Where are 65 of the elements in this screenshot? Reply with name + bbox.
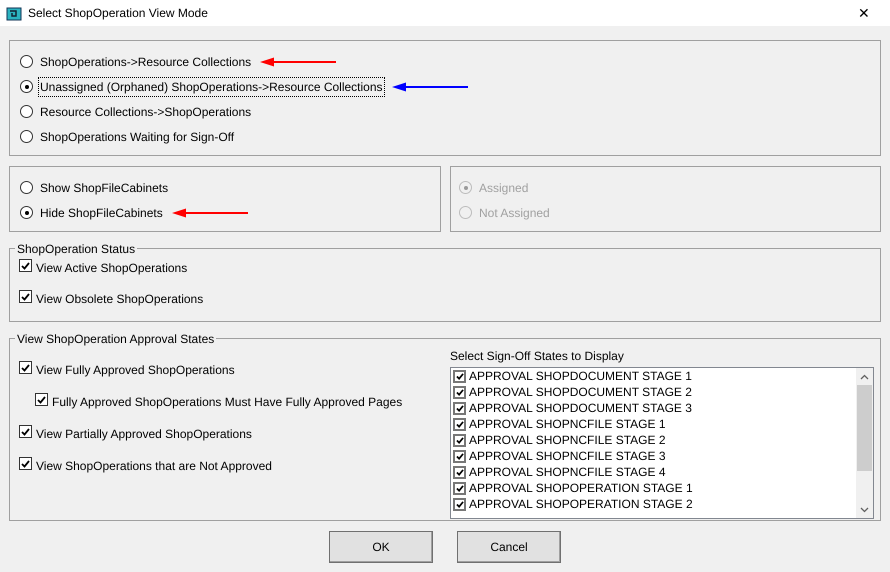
radio-button[interactable]: [20, 130, 33, 143]
check-icon: [21, 292, 30, 300]
check-icon: [456, 452, 464, 460]
checkbox-label[interactable]: Fully Approved ShopOperations Must Have Fully Approved Pages: [52, 393, 402, 411]
checkbox-label[interactable]: View Obsolete ShopOperations: [36, 290, 204, 308]
list-item[interactable]: APPROVAL SHOPNCFILE STAGE 4: [469, 463, 666, 481]
radio-button[interactable]: [20, 181, 33, 194]
checkbox[interactable]: [453, 402, 466, 414]
list-item[interactable]: APPROVAL SHOPDOCUMENT STAGE 1: [469, 368, 692, 385]
list-item[interactable]: APPROVAL SHOPNCFILE STAGE 2: [469, 431, 666, 449]
checkbox[interactable]: [453, 434, 466, 446]
check-icon: [456, 484, 464, 492]
radio-button[interactable]: [20, 105, 33, 118]
dialog-button[interactable]: Cancel: [457, 531, 561, 563]
list-item[interactable]: APPROVAL SHOPNCFILE STAGE 3: [469, 447, 666, 465]
check-icon: [456, 372, 464, 380]
window-title: Select ShopOperation View Mode: [28, 5, 209, 22]
check-icon: [21, 364, 30, 372]
check-icon: [456, 500, 464, 508]
checkbox[interactable]: [19, 361, 32, 374]
check-icon: [456, 420, 464, 428]
check-icon: [456, 388, 464, 396]
list-label: Select Sign-Off States to Display: [450, 348, 625, 365]
checkbox-label[interactable]: View ShopOperations that are Not Approved: [36, 457, 272, 475]
checkbox[interactable]: [453, 482, 466, 494]
check-icon: [21, 262, 30, 270]
checkbox[interactable]: [453, 450, 466, 462]
checkbox[interactable]: [453, 498, 466, 510]
checkbox[interactable]: [453, 386, 466, 398]
radio-label[interactable]: Resource Collections->ShopOperations: [39, 102, 252, 120]
app-icon: [6, 5, 22, 21]
close-button[interactable]: ✕: [844, 0, 884, 26]
check-icon: [456, 436, 464, 444]
checkbox[interactable]: [19, 425, 32, 438]
check-icon: [21, 428, 30, 436]
check-icon: [456, 404, 464, 412]
scroll-thumb[interactable]: [857, 385, 872, 471]
checkbox[interactable]: [19, 457, 32, 470]
checkbox[interactable]: [453, 370, 466, 382]
checkbox[interactable]: [453, 466, 466, 478]
radio-button[interactable]: [20, 55, 33, 68]
radio-label[interactable]: ShopOperations Waiting for Sign-Off: [39, 128, 236, 146]
radio-label[interactable]: Hide ShopFileCabinets: [39, 204, 164, 222]
checkbox[interactable]: [453, 418, 466, 430]
checkbox[interactable]: [19, 259, 32, 272]
radio-label[interactable]: ShopOperations->Resource Collections: [39, 52, 252, 70]
check-icon: [37, 396, 46, 404]
check-icon: [21, 460, 30, 468]
scrollbar[interactable]: [856, 368, 873, 518]
list-item[interactable]: APPROVAL SHOPOPERATION STAGE 2: [469, 495, 693, 513]
radio-label[interactable]: Show ShopFileCabinets: [39, 178, 170, 196]
checkbox[interactable]: [35, 393, 48, 406]
list-item[interactable]: APPROVAL SHOPOPERATION STAGE 1: [469, 479, 693, 497]
list-item[interactable]: APPROVAL SHOPNCFILE STAGE 1: [469, 415, 666, 433]
checkbox-label[interactable]: View Partially Approved ShopOperations: [36, 425, 252, 443]
list-item[interactable]: APPROVAL SHOPDOCUMENT STAGE 3: [469, 399, 692, 417]
list-item[interactable]: APPROVAL SHOPDOCUMENT STAGE 2: [469, 383, 692, 401]
checkbox-label[interactable]: View Fully Approved ShopOperations: [36, 361, 235, 379]
radio-button[interactable]: [20, 80, 33, 93]
dialog-button[interactable]: OK: [329, 531, 433, 563]
checkbox[interactable]: [19, 290, 32, 303]
check-icon: [456, 468, 464, 476]
radio-button[interactable]: [20, 206, 33, 219]
checkbox-label[interactable]: View Active ShopOperations: [36, 259, 188, 277]
radio-label[interactable]: Unassigned (Orphaned) ShopOperations->Resource Collections: [39, 78, 384, 96]
